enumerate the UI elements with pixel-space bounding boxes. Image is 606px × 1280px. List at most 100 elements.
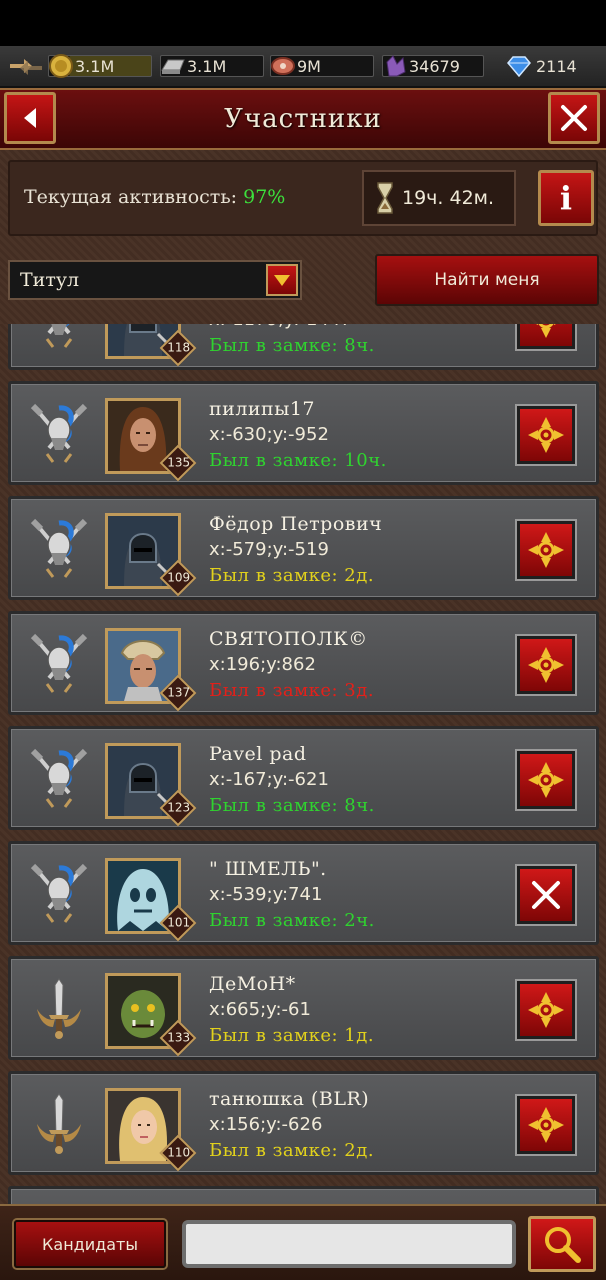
officer-rank-icon (29, 324, 89, 351)
last-seen: Был в замке: 3д. (209, 680, 375, 701)
activity-box: Текущая активность: 97% 19ч. 42м. i (8, 160, 598, 236)
locate-button[interactable] (517, 751, 575, 809)
candidates-button[interactable]: Кандидаты (14, 1220, 166, 1268)
locate-icon (528, 532, 564, 568)
member-coords[interactable]: x:-579;y:-519 (209, 539, 329, 560)
locate-icon (528, 1107, 564, 1143)
member-coords[interactable]: x:-539;y:741 (209, 884, 322, 905)
remove-button[interactable] (517, 866, 575, 924)
member-name: ДеМоН* (209, 973, 296, 995)
locate-icon (528, 992, 564, 1028)
rank-select[interactable]: Титул (8, 260, 302, 300)
crystal-resource[interactable]: 34679 (382, 53, 484, 79)
officer-rank-icon (29, 400, 89, 466)
locate-icon (528, 647, 564, 683)
member-row[interactable]: 101 " ШМЕЛЬ". x:-539;y:741 Был в замке: 2ч. (8, 841, 599, 945)
arrow-left-icon (24, 108, 36, 128)
rank-select-value: Титул (20, 269, 80, 291)
last-seen: Был в замке: 2д. (209, 565, 375, 586)
locate-button[interactable] (517, 981, 575, 1039)
last-seen: Был в замке: 2ч. (209, 910, 375, 931)
crystal-icon (382, 53, 408, 79)
activity-text: Текущая активность: (24, 186, 238, 208)
member-row[interactable]: 109 Фёдор Петрович x:-579;y:-519 Был в замк… (8, 496, 599, 600)
officer-rank-icon (29, 860, 89, 926)
search-button[interactable] (528, 1216, 596, 1272)
status-bar (0, 0, 606, 46)
close-button[interactable] (548, 92, 600, 144)
info-button[interactable]: i (538, 170, 594, 226)
member-row[interactable]: 118 x:-1179;y:-1447 Был в замке: 8ч. (8, 324, 599, 370)
member-rank-icon (29, 975, 89, 1041)
member-name: танюшка (BLR) (209, 1088, 370, 1110)
gem-icon (506, 53, 532, 79)
member-row[interactable]: 123 Pavel pad x:-167;y:-621 Был в замке: 8ч… (8, 726, 599, 830)
search-icon (545, 1227, 581, 1263)
member-coords[interactable]: x:196;y:862 (209, 654, 316, 675)
level-text: 123 (167, 800, 191, 815)
gems-resource[interactable]: 2114 (506, 53, 600, 79)
locate-button[interactable] (517, 324, 575, 349)
filter-panel: Текущая активность: 97% 19ч. 42м. i Титу… (0, 150, 606, 324)
chevron-down-icon (274, 275, 290, 286)
hourglass-icon (377, 182, 393, 214)
iron-resource[interactable]: 3.1M (160, 53, 264, 79)
title-bar: Участники (0, 88, 606, 150)
last-seen: Был в замке: 8ч. (209, 795, 375, 816)
locate-icon (528, 762, 564, 798)
info-icon: i (559, 179, 573, 217)
member-row[interactable]: 135 пилипы17 x:-630;y:-952 Был в замке: 10ч… (8, 381, 599, 485)
level-text: 133 (167, 1030, 191, 1045)
member-row[interactable]: 137 СВЯТОПОЛК© x:196;y:862 Был в замке: 3д. (8, 611, 599, 715)
last-seen: Был в замке: 1д. (209, 1025, 375, 1046)
member-coords[interactable]: x:-167;y:-621 (209, 769, 329, 790)
level-text: 101 (167, 915, 191, 930)
level-text: 135 (167, 455, 191, 470)
member-row[interactable]: 110 танюшка (BLR) x:156;y:-626 Был в замке:… (8, 1071, 599, 1175)
locate-button[interactable] (517, 1096, 575, 1154)
member-row[interactable]: 133 ДеМоН* x:665;y:-61 Был в замке: 1д. (8, 956, 599, 1060)
member-name: " ШМЕЛЬ". (209, 858, 327, 880)
locate-button[interactable] (517, 521, 575, 579)
member-rank-icon (29, 1090, 89, 1156)
member-name: пилипы17 (209, 398, 316, 420)
dropdown-button[interactable] (266, 264, 298, 296)
last-seen: Был в замке: 8ч. (209, 335, 375, 356)
locate-button[interactable] (517, 636, 575, 694)
member-name: СВЯТОПОЛК© (209, 628, 368, 650)
members-list[interactable]: 118 x:-1179;y:-1447 Был в замке: 8ч. 135 пил… (0, 324, 606, 1204)
meat-icon (270, 53, 296, 79)
officer-rank-icon (29, 745, 89, 811)
member-coords[interactable]: x:-630;y:-952 (209, 424, 329, 445)
level-text: 109 (167, 570, 191, 585)
member-coords[interactable]: x:665;y:-61 (209, 999, 311, 1020)
resource-bar: 3.1M 3.1M 9M 34679 2114 (0, 46, 606, 88)
level-text: 137 (167, 685, 191, 700)
bottom-bar: Кандидаты (0, 1204, 606, 1280)
member-row[interactable] (8, 1186, 599, 1204)
exchange-icon[interactable] (6, 54, 46, 80)
level-text: 110 (167, 1145, 191, 1160)
member-coords[interactable]: x:-1179;y:-1447 (209, 324, 352, 330)
last-seen: Был в замке: 10ч. (209, 450, 387, 471)
back-button[interactable] (4, 92, 56, 144)
locate-icon (528, 417, 564, 453)
close-icon (561, 105, 587, 131)
locate-button[interactable] (517, 406, 575, 464)
food-resource[interactable]: 9M (270, 53, 374, 79)
member-name: Фёдор Петрович (209, 513, 383, 535)
timer-text: 19ч. 42м. (402, 187, 495, 209)
officer-rank-icon (29, 630, 89, 696)
search-input[interactable] (182, 1220, 516, 1268)
find-me-button[interactable]: Найти меня (375, 254, 599, 306)
last-seen: Был в замке: 2д. (209, 1140, 375, 1161)
member-name: Pavel pad (209, 743, 307, 765)
activity-label: Текущая активность: 97% (24, 186, 285, 208)
member-coords[interactable]: x:156;y:-626 (209, 1114, 322, 1135)
officer-rank-icon (29, 515, 89, 581)
page-title: Участники (224, 104, 382, 134)
activity-timer: 19ч. 42м. (362, 170, 516, 226)
level-text: 118 (167, 340, 191, 355)
close-icon (532, 881, 560, 909)
gold-resource[interactable]: 3.1M (48, 53, 152, 79)
